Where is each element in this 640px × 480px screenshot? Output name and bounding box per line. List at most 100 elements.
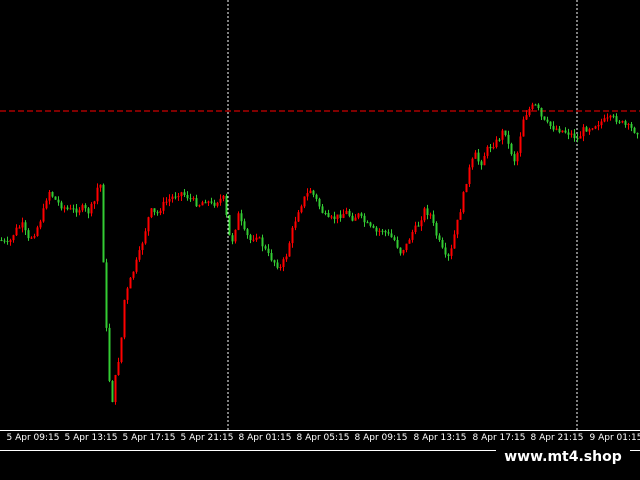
candle-bull <box>414 225 417 232</box>
time-tick-label: 8 Apr 01:15 <box>238 433 292 443</box>
candle-bull <box>171 196 174 199</box>
candle-bull <box>279 267 282 268</box>
candle-bull <box>216 202 219 206</box>
candle-bear <box>630 124 633 128</box>
candle-bull <box>69 208 72 210</box>
candle-bear <box>75 208 78 213</box>
candle-bear <box>372 225 375 228</box>
candle-bull <box>354 217 357 221</box>
candle-bear <box>480 161 483 166</box>
candle-bear <box>348 210 351 216</box>
candle-bear <box>312 190 315 195</box>
candle-bull <box>138 250 141 260</box>
candle-bull <box>591 128 594 130</box>
candle-bull <box>423 208 426 221</box>
price-chart[interactable] <box>0 0 640 430</box>
candle-bear <box>240 213 243 222</box>
candle-bull <box>402 250 405 254</box>
candle-bull <box>45 200 48 209</box>
candle-bull <box>219 198 222 203</box>
candle-bear <box>153 208 156 213</box>
candle-bear <box>360 213 363 216</box>
candle-bear <box>105 262 108 328</box>
candle-bull <box>483 156 486 166</box>
candle-bear <box>324 213 327 214</box>
candle-bull <box>429 214 432 216</box>
candle-bull <box>42 208 45 222</box>
candle-bull <box>306 193 309 197</box>
candle-bear <box>366 222 369 224</box>
candle-bull <box>516 152 519 162</box>
candle-bear <box>612 115 615 117</box>
candle-bull <box>453 234 456 249</box>
candle-bear <box>111 381 114 402</box>
candle-bull <box>588 129 591 132</box>
candle-bear <box>546 119 549 122</box>
candle-bear <box>363 215 366 223</box>
candle-bear <box>225 195 228 215</box>
candle-bear <box>576 138 579 140</box>
candle-bear <box>435 223 438 236</box>
candle-bear <box>534 104 537 106</box>
candle-bear <box>60 202 63 209</box>
candle-bear <box>624 121 627 125</box>
candle-bull <box>135 259 138 272</box>
candle-bull <box>36 227 39 236</box>
candle-bull <box>405 243 408 250</box>
candle-bull <box>345 210 348 214</box>
candle-bear <box>156 212 159 214</box>
candle-bull <box>144 231 147 244</box>
candle-bear <box>543 116 546 120</box>
candle-bull <box>33 236 36 238</box>
candle-bear <box>228 215 231 236</box>
candle-bear <box>57 199 60 203</box>
candle-bull <box>486 146 489 156</box>
candle-bull <box>129 277 132 289</box>
candle-bull <box>561 130 564 133</box>
candle-bull <box>237 213 240 230</box>
candle-bear <box>441 240 444 248</box>
time-tick-label: 5 Apr 21:15 <box>180 433 234 443</box>
candle-bull <box>291 227 294 244</box>
candle-bull <box>525 115 528 120</box>
time-tick-label: 5 Apr 09:15 <box>6 433 60 443</box>
candle-bull <box>93 201 96 204</box>
candle-bear <box>513 154 516 162</box>
candle-bull <box>123 299 126 338</box>
candle-bull <box>192 198 195 200</box>
candle-bear <box>477 152 480 162</box>
candle-bull <box>456 219 459 235</box>
candle-bear <box>552 126 555 130</box>
candle-bull <box>597 125 600 127</box>
candle-bull <box>159 210 162 213</box>
candle-bear <box>0 240 3 241</box>
candle-bull <box>12 235 15 241</box>
candle-bear <box>339 214 342 218</box>
candle-bear <box>189 198 192 200</box>
candle-bull <box>300 206 303 213</box>
candle-bear <box>264 246 267 249</box>
candle-bear <box>381 230 384 232</box>
candle-bull <box>132 271 135 278</box>
candle-bear <box>261 237 264 247</box>
candle-bull <box>555 128 558 130</box>
candle-bull <box>81 205 84 211</box>
candle-bear <box>537 104 540 108</box>
candle-bear <box>210 201 213 203</box>
candle-bull <box>99 184 102 188</box>
candle-bear <box>84 205 87 209</box>
candle-bull <box>621 121 624 123</box>
candle-bear <box>276 262 279 268</box>
candle-bull <box>474 152 477 159</box>
chart-window: 5 Apr 09:15 5 Apr 13:15 5 Apr 17:15 5 Apr 2… <box>0 0 640 480</box>
candle-bear <box>393 237 396 240</box>
candle-bear <box>246 229 249 236</box>
candle-bear <box>549 121 552 126</box>
candle-bull <box>258 237 261 239</box>
candle-bull <box>594 126 597 129</box>
candle-bear <box>102 184 105 263</box>
time-tick-label: 8 Apr 13:15 <box>413 433 467 443</box>
candle-bear <box>51 192 54 197</box>
candle-bull <box>330 216 333 218</box>
candle-bull <box>519 136 522 153</box>
